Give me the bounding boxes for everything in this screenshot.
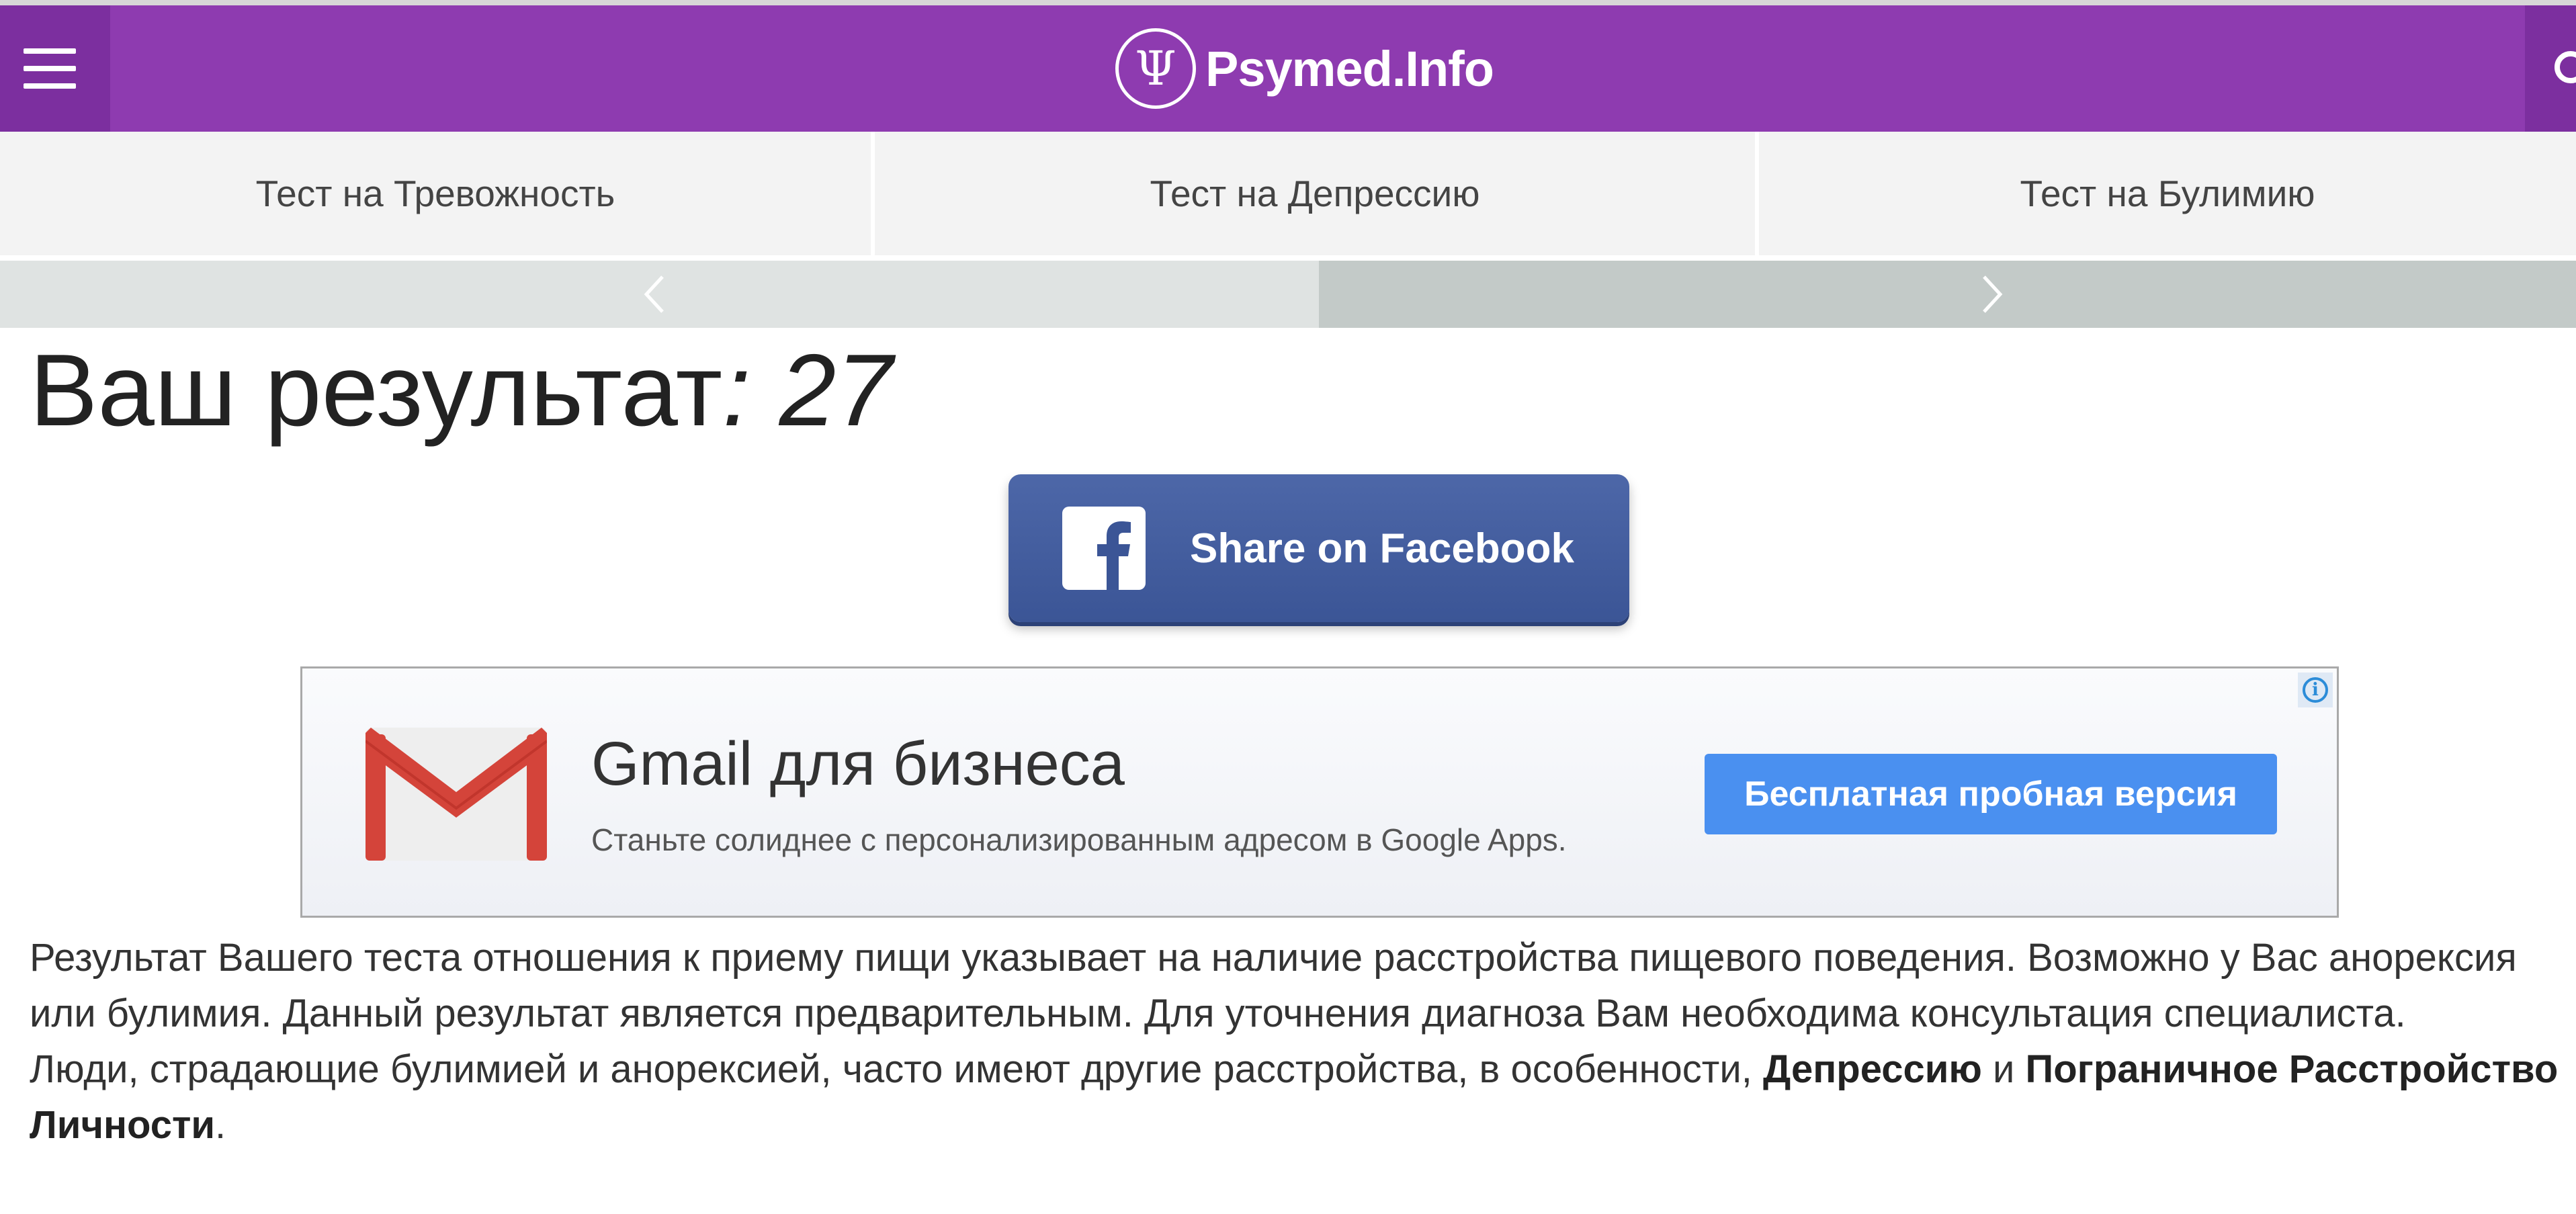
top-border: [0, 0, 2576, 5]
result-heading: Ваш результат: 27: [30, 329, 893, 451]
search-icon: [2554, 51, 2576, 83]
tab-bulimia-test[interactable]: Тест на Булимию: [1759, 132, 2576, 255]
site-logo[interactable]: Ψ Psymed.Info: [1115, 26, 1494, 112]
search-button[interactable]: [2525, 5, 2576, 132]
info-icon: i: [2303, 677, 2328, 703]
paragraph-text: .: [215, 1103, 226, 1147]
result-description: Результат Вашего теста отношения к прием…: [30, 930, 2576, 1153]
share-facebook-button[interactable]: Share on Facebook: [1008, 474, 1629, 622]
chevron-right-icon: [1983, 275, 2003, 313]
ad-banner[interactable]: i Gmail для бизнеса Станьте солиднее с п…: [300, 666, 2339, 918]
paragraph: Результат Вашего теста отношения к прием…: [30, 936, 2517, 1035]
test-tabs: Тест на Тревожность Тест на Депрессию Те…: [0, 132, 2576, 255]
site-header: Ψ Psymed.Info: [0, 5, 2576, 132]
paragraph: Люди, страдающие булимией и анорексией, …: [30, 1041, 2576, 1153]
ad-subtitle: Станьте солиднее с персонализированным а…: [591, 822, 1567, 857]
menu-button[interactable]: [0, 5, 110, 132]
share-label: Share on Facebook: [1190, 525, 1574, 572]
ad-info-button[interactable]: i: [2298, 673, 2333, 707]
scroll-next[interactable]: [1319, 261, 2576, 328]
gmail-logo-icon: [366, 728, 547, 861]
link-depression[interactable]: Депрессию: [1763, 1047, 1982, 1091]
result-score: : 27: [722, 333, 893, 447]
tab-scroller: [0, 261, 2576, 328]
chevron-left-icon: [644, 275, 664, 313]
paragraph-text: Люди, страдающие булимией и анорексией, …: [30, 1047, 1763, 1091]
facebook-icon: [1062, 507, 1146, 590]
result-label: Ваш результат: [30, 333, 723, 447]
tab-anxiety-test[interactable]: Тест на Тревожность: [0, 132, 875, 255]
psi-logo-icon: Ψ: [1115, 28, 1196, 109]
site-name: Psymed.Info: [1205, 40, 1494, 97]
tab-depression-test[interactable]: Тест на Депрессию: [875, 132, 1759, 255]
ad-title: Gmail для бизнеса: [591, 730, 1125, 798]
scroll-prev[interactable]: [0, 261, 1319, 328]
paragraph-text: и: [1981, 1047, 2026, 1091]
ad-cta-button[interactable]: Бесплатная пробная версия: [1705, 754, 2277, 834]
